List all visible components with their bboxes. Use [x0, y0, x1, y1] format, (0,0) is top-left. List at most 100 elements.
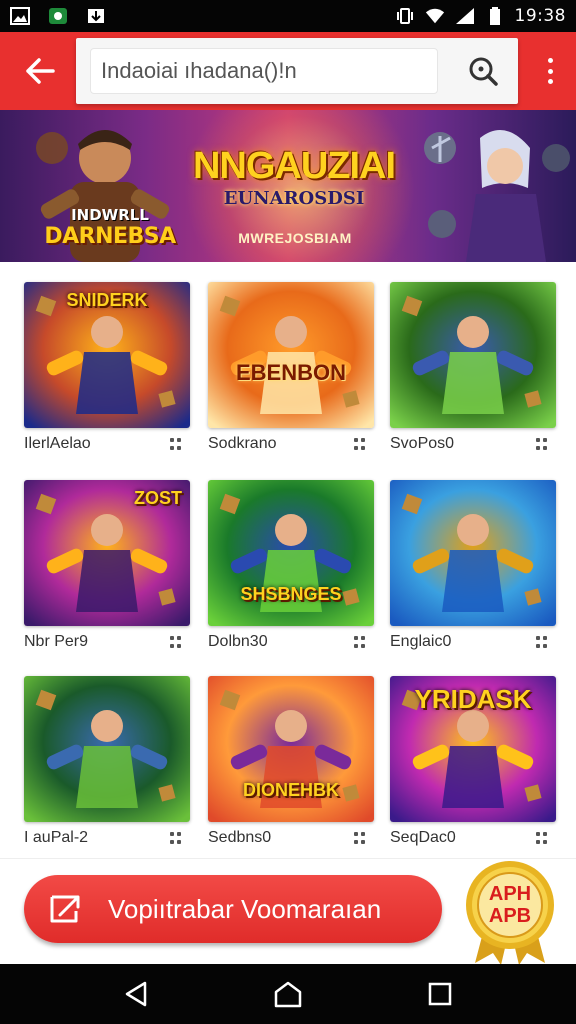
- dot-icon: [354, 832, 358, 836]
- dot-icon: [170, 643, 174, 648]
- featured-banner[interactable]: NNGAUZIAI EUNAROSDSI MWREJOSBIAM INDWRLL…: [0, 110, 576, 262]
- bottom-action-area: Vopiıtrabar Voomaraıan APH APB: [0, 855, 576, 965]
- dot-icon: [177, 445, 181, 450]
- game-card[interactable]: YRIDASK SeqDac0: [390, 676, 558, 848]
- card-menu-icon[interactable]: [170, 636, 182, 648]
- dot-icon: [177, 438, 181, 442]
- search-button[interactable]: [458, 46, 508, 96]
- dot-icon: [536, 636, 540, 640]
- dot-icon: [536, 445, 540, 450]
- battery-icon: [485, 7, 505, 25]
- game-artwork: [24, 676, 190, 822]
- game-thumbnail-label: YRIDASK: [414, 684, 532, 714]
- dot-icon: [170, 438, 174, 442]
- share-icon: [24, 875, 108, 943]
- game-thumbnail: SNIDERK: [24, 282, 190, 428]
- game-thumbnail: EBENBON: [208, 282, 374, 428]
- nav-recents-button[interactable]: [415, 969, 465, 1019]
- card-menu-icon[interactable]: [536, 832, 548, 844]
- dot-icon: [361, 445, 365, 450]
- dot-icon: [170, 839, 174, 844]
- banner-badge-line2: DARNEBSA: [44, 224, 176, 249]
- game-card[interactable]: SvoPos0: [390, 282, 558, 454]
- vibrate-icon: [395, 7, 415, 25]
- game-card[interactable]: I auPal-2: [24, 676, 192, 848]
- primary-action-button[interactable]: Vopiıtrabar Voomaraıan: [24, 875, 442, 943]
- recents-square-icon: [428, 982, 452, 1006]
- dot-icon: [536, 839, 540, 844]
- apk-badge[interactable]: APH APB: [463, 855, 557, 965]
- game-card[interactable]: DIONEHBK Sedbns0: [208, 676, 376, 848]
- game-thumbnail-label: EBENBON: [235, 360, 346, 385]
- game-card-meta: SeqDac0: [390, 828, 558, 848]
- dot-icon: [177, 832, 181, 836]
- card-menu-icon[interactable]: [170, 438, 182, 450]
- dot-icon: [177, 643, 181, 648]
- home-icon: [274, 981, 302, 1008]
- search-bar: Indaoiai ıhadana()!n: [76, 38, 518, 104]
- card-menu-icon[interactable]: [170, 832, 182, 844]
- game-title: Sedbns0: [208, 829, 272, 846]
- game-card-meta: Nbr Per9: [24, 632, 192, 652]
- game-artwork: [390, 480, 556, 626]
- game-card[interactable]: Englaic0: [390, 480, 558, 652]
- banner-subtitle: EUNAROSDSI: [223, 188, 365, 209]
- game-card[interactable]: EBENBON Sodkrano: [208, 282, 376, 454]
- dot-icon: [354, 438, 358, 442]
- game-card[interactable]: ZOST Nbr Per9: [24, 480, 192, 652]
- game-card-meta: I auPal-2: [24, 828, 192, 848]
- dot-icon: [543, 438, 547, 442]
- game-card-meta: IlerlAelao: [24, 434, 192, 454]
- back-triangle-icon: [125, 981, 147, 1007]
- game-grid: SNIDERK IlerlAelao EBENBON Sodkrano SvoPos0 Z…: [0, 262, 576, 858]
- dot-icon: [543, 445, 547, 450]
- game-thumbnail: [390, 480, 556, 626]
- dot-icon: [361, 839, 365, 844]
- game-title: Englaic0: [390, 633, 452, 650]
- game-card[interactable]: SNIDERK IlerlAelao: [24, 282, 192, 454]
- search-input[interactable]: Indaoiai ıhadana()!n: [90, 48, 438, 94]
- game-title: SeqDac0: [390, 829, 456, 846]
- app-bar: Indaoiai ıhadana()!n: [0, 32, 576, 110]
- dot-icon: [361, 636, 365, 640]
- nav-home-button[interactable]: [263, 969, 313, 1019]
- game-thumbnail: [24, 676, 190, 822]
- app-root: 19:38 Indaoiai ıhadana()!n NNGAUZIAI EUN…: [0, 0, 576, 1024]
- dot-icon: [543, 832, 547, 836]
- dot-icon: [354, 636, 358, 640]
- game-title: Sodkrano: [208, 435, 277, 452]
- game-title: Dolbn30: [208, 633, 268, 650]
- nav-back-button[interactable]: [111, 969, 161, 1019]
- overflow-menu-button[interactable]: [538, 54, 562, 88]
- dot-icon: [354, 839, 358, 844]
- system-nav-bar: [0, 964, 576, 1024]
- dot-icon: [361, 832, 365, 836]
- wifi-icon: [425, 7, 445, 25]
- game-card[interactable]: SHSBNGES Dolbn30: [208, 480, 376, 652]
- dot-icon: [543, 636, 547, 640]
- dot-icon: [361, 643, 365, 648]
- dot-icon: [547, 79, 553, 84]
- game-artwork: [390, 282, 556, 428]
- dot-icon: [536, 438, 540, 442]
- clock-time: 19:38: [514, 6, 566, 26]
- game-title: IlerlAelao: [24, 435, 91, 452]
- apk-badge-line2: APB: [488, 905, 532, 927]
- game-card-meta: Sedbns0: [208, 828, 376, 848]
- dot-icon: [177, 636, 181, 640]
- back-button[interactable]: [0, 32, 80, 110]
- apk-badge-text: APH APB: [463, 883, 557, 927]
- card-menu-icon[interactable]: [536, 438, 548, 450]
- card-menu-icon[interactable]: [354, 832, 366, 844]
- card-menu-icon[interactable]: [536, 636, 548, 648]
- dot-icon: [543, 643, 547, 648]
- card-menu-icon[interactable]: [354, 636, 366, 648]
- card-menu-icon[interactable]: [354, 438, 366, 450]
- dot-icon: [354, 643, 358, 648]
- game-thumbnail-label: SHSBNGES: [240, 584, 342, 604]
- app-notification-icon: [48, 7, 68, 25]
- game-artwork: [208, 282, 374, 428]
- game-card-meta: Englaic0: [390, 632, 558, 652]
- dot-icon: [361, 438, 365, 442]
- game-card-meta: Dolbn30: [208, 632, 376, 652]
